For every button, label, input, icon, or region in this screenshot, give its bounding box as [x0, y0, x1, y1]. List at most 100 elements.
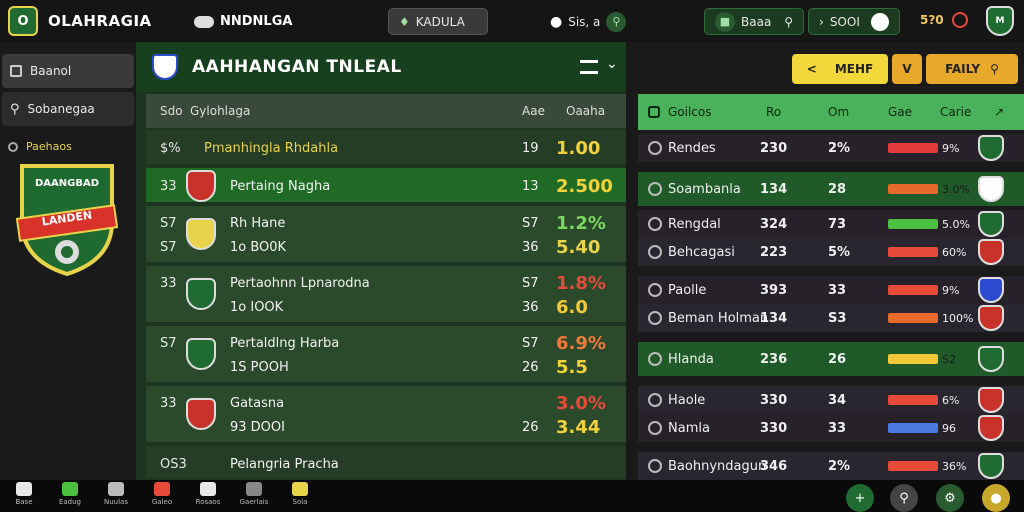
stat-row[interactable]: Haole 330 34 6% [638, 386, 1024, 414]
sidebar-item-search[interactable]: ⚲ Sobanegaa [2, 92, 134, 126]
odds-value[interactable]: 5.40 [556, 237, 600, 258]
user-icon: ● [990, 490, 1002, 506]
odds-value[interactable]: 2.500 [556, 176, 613, 197]
match-row[interactable]: S7 Pertaldlng Harba S7 6.9% 1S POOH 26 5.5 [146, 326, 626, 384]
form-bar [888, 461, 938, 471]
search-icon: ⚲ [10, 101, 20, 117]
bottom-nav-item[interactable]: Gaerlais [232, 482, 276, 512]
odds-value[interactable]: 1.2% [556, 213, 606, 234]
col-name: Goilcos [668, 105, 712, 119]
profile-round-button[interactable]: ● [982, 484, 1010, 512]
display-toggle[interactable]: NNDNLGA [184, 8, 302, 35]
search-icon[interactable]: ⚲ [606, 11, 627, 32]
odds-value[interactable]: 3.44 [556, 417, 600, 438]
back-chevron-icon: < [806, 62, 817, 76]
account-button[interactable]: › SOOI [808, 8, 900, 35]
bottom-nav-item[interactable]: Galeo [140, 482, 184, 512]
stats-panel: < MEHF V FAILY ⚲ Goilcos Ro Om Gae Carie… [626, 42, 1024, 480]
stat-value-a: 230 [760, 140, 788, 156]
odds-value[interactable]: 1.8% [556, 273, 606, 294]
nav-icon [154, 482, 170, 496]
form-bar [888, 395, 938, 405]
team-name: Pertaohnn Lpnarodna [230, 275, 370, 291]
stat-row[interactable]: Hlanda 236 26 S2 [638, 342, 1024, 376]
league-flag-icon [152, 54, 178, 80]
status-icon [648, 245, 662, 259]
flag-icon[interactable] [952, 12, 968, 28]
match-code: S7 [160, 215, 177, 231]
status-icon [648, 393, 662, 407]
stat-percent: 36% [942, 459, 967, 473]
team-crest-icon [978, 211, 1004, 237]
settings-round-button[interactable]: ⚙ [936, 484, 964, 512]
team-name: Rengdal [668, 216, 721, 232]
stat-row[interactable]: Behcagasi 223 5% 60% [638, 238, 1024, 266]
profile-crest[interactable]: M [986, 6, 1014, 36]
match-row[interactable]: OS3 Pelangria Pracha [146, 446, 626, 480]
menu-button[interactable]: < MEHF [792, 54, 888, 84]
team-name: Behcagasi [668, 244, 735, 260]
chevron-icon: › [819, 14, 824, 29]
stat-row[interactable]: Rengdal 324 73 5.0% [638, 210, 1024, 238]
stat-row[interactable]: Paolle 393 33 9% [638, 276, 1024, 304]
stat-value-b: 2% [828, 140, 851, 156]
app-logo[interactable]: O [8, 6, 38, 36]
stat-row[interactable]: Soambanla 134 28 3.0% [638, 172, 1024, 206]
team-name: Beman Holman [668, 310, 769, 326]
stat-value-a: 236 [760, 351, 788, 367]
expand-button[interactable]: V [892, 54, 922, 84]
odds-value[interactable]: 3.0% [556, 393, 606, 414]
team-number: S7 [522, 275, 539, 291]
sidebar-item-general[interactable]: Baanol [2, 54, 134, 88]
stat-percent: 6% [942, 393, 960, 407]
stat-percent: 100% [942, 311, 974, 325]
match-row[interactable]: 33 Pertaohnn Lpnarodna S7 1.8% 1o IOOK 36 6.0 [146, 266, 626, 324]
stat-row[interactable]: Namla 330 33 96 [638, 414, 1024, 442]
stat-row[interactable]: Rendes 230 2% 9% [638, 134, 1024, 162]
ball-icon [871, 12, 889, 31]
add-bet-button[interactable]: + [846, 484, 874, 512]
team-crest-icon [186, 218, 216, 250]
team-line-home: OS3 Pelangria Pracha [146, 453, 626, 475]
team-crest-icon [978, 277, 1004, 303]
balance-button[interactable]: ■ Baaa ⚲ [704, 8, 804, 35]
bottom-nav-item[interactable]: Base [2, 482, 46, 512]
sort-icon[interactable]: ↗ [994, 105, 1004, 119]
search-icon: ⚲ [899, 490, 909, 506]
team-name: Haole [668, 392, 706, 408]
user-search[interactable]: ● Sis, a ⚲ [540, 8, 636, 35]
list-view-icon[interactable] [580, 60, 598, 74]
col-odds: Oaaha [566, 104, 606, 118]
match-row[interactable]: S7 Rh Hane S7 1.2% S7 1o BO0K 36 5.40 [146, 206, 626, 264]
bottom-nav-item[interactable]: Eadug [48, 482, 92, 512]
odds-value[interactable]: 6.0 [556, 297, 588, 318]
form-bar [888, 313, 938, 323]
match-row[interactable]: $% Pmanhingla Rhdahla 19 1.00 [146, 130, 626, 166]
center-nav-button[interactable]: ♦ KADULA [388, 8, 488, 35]
stat-value-a: 223 [760, 244, 788, 260]
search-round-button[interactable]: ⚲ [890, 484, 918, 512]
chevron-down-icon[interactable]: ⌄ [606, 56, 618, 72]
stat-value-b: 5% [828, 244, 851, 260]
odds-value[interactable]: 1.00 [556, 138, 600, 159]
search-icon: ⚲ [990, 62, 999, 76]
match-row[interactable]: 33 Pertaing Nagha 13 2.500 [146, 168, 626, 204]
club-crest-large[interactable]: DAANGBAD LANDEN [15, 160, 119, 277]
odds-value[interactable]: 5.5 [556, 357, 588, 378]
bottom-nav-item[interactable]: Sola [278, 482, 322, 512]
team-name: 1S POOH [230, 359, 289, 375]
team-crest-icon [978, 346, 1004, 372]
match-row[interactable]: 33 Gatasna 3.0% 93 DOOI 26 3.44 [146, 386, 626, 444]
match-code: OS3 [160, 456, 187, 472]
bottom-nav-item[interactable]: Rosaos [186, 482, 230, 512]
team-number: 36 [522, 239, 539, 255]
stat-row[interactable]: Beman Holman 134 S3 100% [638, 304, 1024, 332]
filter-button[interactable]: FAILY ⚲ [926, 54, 1018, 84]
form-bar [888, 184, 938, 194]
stat-value-b: 73 [828, 216, 847, 232]
bottom-nav-item[interactable]: Nuulas [94, 482, 138, 512]
match-code: S7 [160, 335, 177, 351]
nav-label: Sola [292, 498, 308, 506]
odds-value[interactable]: 6.9% [556, 333, 606, 354]
stat-row[interactable]: Baohnyndagun 346 2% 36% [638, 452, 1024, 480]
